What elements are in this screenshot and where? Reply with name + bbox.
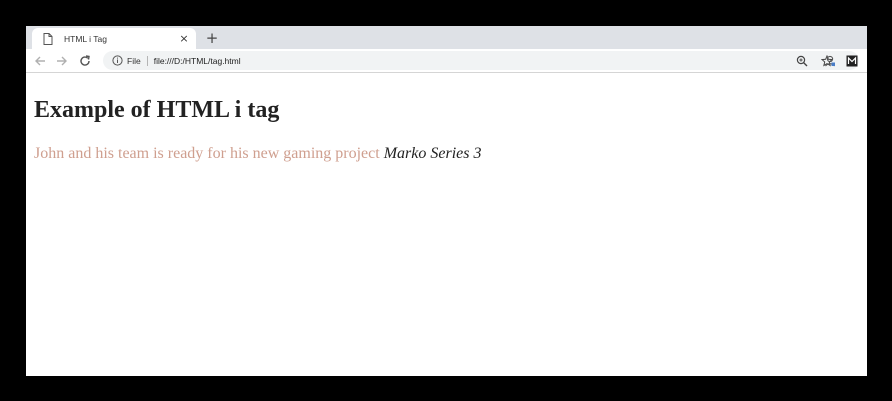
zoom-icon[interactable]	[795, 54, 809, 68]
url-text[interactable]: file:///D:/HTML/tag.html	[154, 56, 241, 66]
extension-icon[interactable]	[845, 54, 859, 68]
page-heading: Example of HTML i tag	[34, 97, 280, 123]
browser-window: HTML i Tag × + File file:///D:/HTML/tag.…	[26, 26, 867, 376]
close-tab-icon[interactable]: ×	[178, 32, 190, 45]
tab-html-i-tag[interactable]: HTML i Tag ×	[32, 28, 196, 49]
info-icon[interactable]	[112, 55, 123, 66]
back-arrow-icon[interactable]	[31, 52, 49, 70]
browser-toolbar: File file:///D:/HTML/tag.html	[26, 49, 867, 73]
page-paragraph: John and his team is ready for his new g…	[34, 145, 481, 163]
reload-icon[interactable]	[76, 52, 94, 70]
address-bar[interactable]: File file:///D:/HTML/tag.html	[103, 51, 859, 70]
italic-text: Marko Series 3	[383, 145, 482, 162]
forward-arrow-icon[interactable]	[53, 52, 71, 70]
scheme-label: File	[127, 55, 141, 66]
omnibox-divider	[146, 55, 148, 66]
tab-strip: HTML i Tag × +	[26, 26, 867, 49]
tab-title: HTML i Tag	[64, 33, 107, 44]
page-content: Example of HTML i tag John and his team …	[26, 74, 867, 376]
new-tab-button[interactable]: +	[203, 29, 221, 47]
account-icon[interactable]	[823, 54, 837, 68]
document-icon	[42, 32, 54, 45]
paragraph-text: John and his team is ready for his new g…	[34, 145, 384, 162]
